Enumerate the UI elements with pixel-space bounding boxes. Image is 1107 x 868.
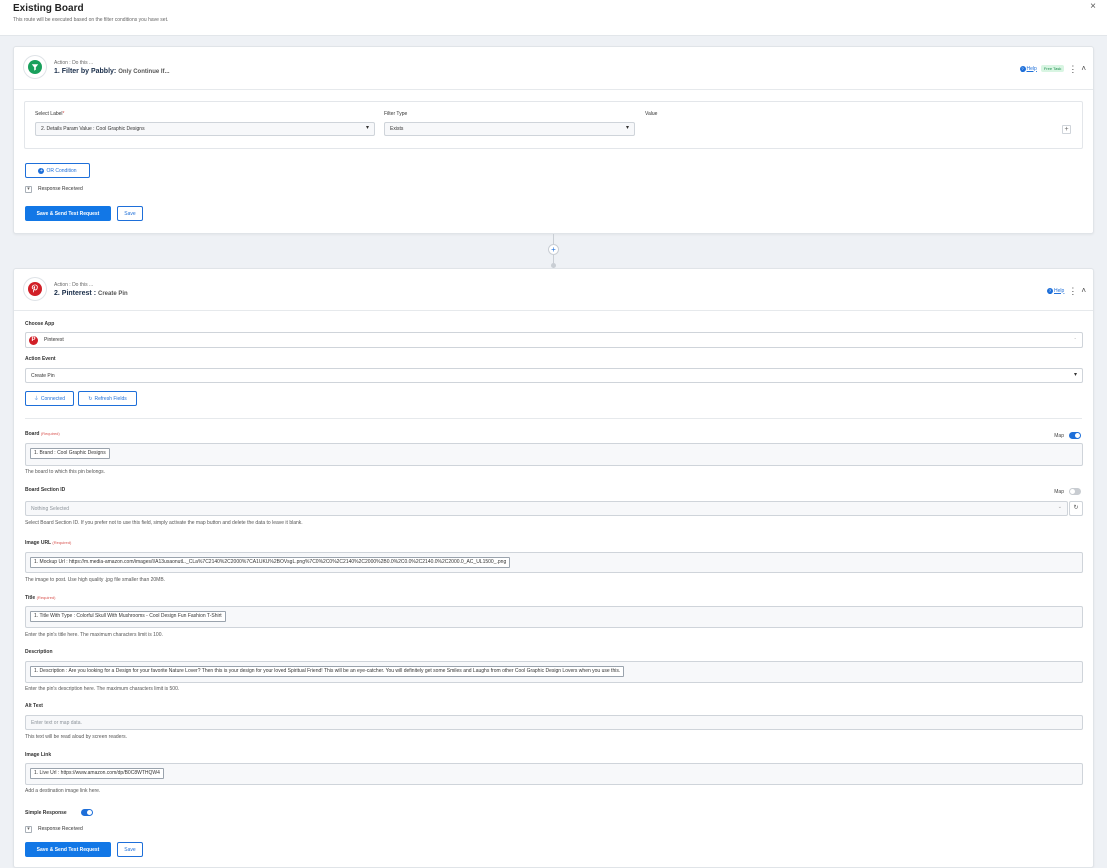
- free-task-badge: Free Task: [1040, 65, 1065, 72]
- divider: [14, 89, 1093, 90]
- divider: [25, 418, 1082, 419]
- caret-down-icon: ▾: [625, 125, 629, 131]
- save-send-test-button[interactable]: Save & Send Test Request: [25, 206, 111, 221]
- alt-text-placeholder: Enter text or map data.: [31, 720, 82, 726]
- image-url-help: The image to post. Use high quality .jpg…: [25, 577, 166, 583]
- add-condition-icon[interactable]: +: [1062, 125, 1071, 134]
- response-received-label: Response Received: [38, 186, 83, 192]
- mapped-chip[interactable]: 1. Title With Type : Colorful Skull With…: [30, 611, 226, 622]
- divider: [14, 310, 1093, 311]
- pinterest-icon: P: [29, 336, 38, 345]
- description-help: Enter the pin's description here. The ma…: [25, 686, 180, 692]
- step-title-suffix: Only Continue If...: [118, 69, 170, 75]
- help-icon: ?: [1047, 287, 1054, 294]
- help-link[interactable]: ? Help: [1019, 65, 1037, 72]
- simple-response-label: Simple Response: [25, 810, 67, 816]
- board-section-dropdown[interactable]: Nothing Selected ⌄: [25, 501, 1068, 516]
- caret-down-icon: ▾: [365, 125, 369, 131]
- caret-down-icon: ▾: [1073, 372, 1077, 378]
- page-title: Existing Board: [13, 3, 84, 14]
- alt-text-label: Alt Text: [25, 703, 43, 709]
- refresh-icon: ↻: [88, 395, 93, 402]
- filter-app-icon: [24, 56, 46, 78]
- refresh-icon[interactable]: ↻: [1069, 501, 1083, 516]
- response-received-checkbox[interactable]: ▾: [25, 826, 32, 833]
- more-options-icon[interactable]: ⋮: [1068, 64, 1077, 73]
- step-pre-label: Action : Do this ...: [54, 282, 94, 288]
- caret-down-icon: -: [1074, 336, 1076, 342]
- filter-type-label: Filter Type: [384, 111, 408, 117]
- filter-type-dropdown[interactable]: Exists ▾: [384, 122, 635, 136]
- title-label: Title (Required): [25, 595, 56, 601]
- image-url-field[interactable]: 1. Mockup Url : https://m.media-amazon.c…: [25, 552, 1083, 573]
- chevron-up-icon[interactable]: ˄: [1081, 64, 1086, 73]
- image-url-label: Image URL (Required): [25, 540, 72, 546]
- title-help: Enter the pin's title here. The maximum …: [25, 632, 163, 638]
- simple-response-toggle[interactable]: [81, 809, 93, 816]
- add-step-icon[interactable]: +: [548, 244, 559, 255]
- board-label: Board (Required): [25, 431, 60, 437]
- step-title: 1. Filter by Pabbly: Only Continue If...: [54, 68, 170, 75]
- response-received-checkbox[interactable]: ▾: [25, 186, 32, 193]
- response-received-label: Response Received: [38, 826, 83, 832]
- step-title-main: 2. Pinterest: [54, 290, 92, 297]
- image-link-field[interactable]: 1. Live Url : https://www.amazon.com/dp/…: [25, 763, 1083, 785]
- save-button[interactable]: Save: [117, 206, 143, 221]
- page-header: Existing Board This route will be execut…: [0, 0, 1107, 36]
- alt-text-help: This text will be read aloud by screen r…: [25, 734, 127, 740]
- refresh-fields-button[interactable]: ↻ Refresh Fields: [78, 391, 137, 406]
- map-label: Map: [1054, 489, 1064, 495]
- select-label-dropdown[interactable]: 2. Details Param Value : Cool Graphic De…: [35, 122, 375, 136]
- map-label: Map: [1054, 433, 1064, 439]
- close-icon[interactable]: ×: [1090, 1, 1096, 12]
- more-options-icon[interactable]: ⋮: [1068, 286, 1077, 295]
- step-pre-label: Action : Do this ...: [54, 60, 94, 66]
- description-field[interactable]: 1. Description : Are you looking for a D…: [25, 661, 1083, 683]
- step-title: 2. Pinterest : Create Pin: [54, 290, 128, 297]
- page-subtitle: This route will be executed based on the…: [13, 17, 169, 23]
- image-link-help: Add a destination image link here.: [25, 788, 101, 794]
- save-send-test-button[interactable]: Save & Send Test Request: [25, 842, 111, 857]
- step-header-actions: ? Help Free Task ⋮ ˄: [1019, 64, 1086, 73]
- select-label-label: Select Label*: [35, 111, 65, 117]
- step-title-main: 1. Filter by Pabbly: [54, 68, 114, 75]
- step-filter-card: Action : Do this ... 1. Filter by Pabbly…: [13, 46, 1094, 234]
- board-section-help: Select Board Section ID. If you prefer n…: [25, 520, 303, 526]
- board-section-label: Board Section ID: [25, 487, 66, 493]
- title-field[interactable]: 1. Title With Type : Colorful Skull With…: [25, 606, 1083, 628]
- caret-down-icon: ⌄: [1057, 504, 1062, 510]
- plus-circle-icon: +: [38, 167, 45, 174]
- mapped-chip[interactable]: 1. Mockup Url : https://m.media-amazon.c…: [30, 557, 511, 568]
- save-button[interactable]: Save: [117, 842, 143, 857]
- connected-button[interactable]: ⏚ Connected: [25, 391, 74, 406]
- alt-text-input[interactable]: Enter text or map data.: [25, 715, 1083, 730]
- help-link[interactable]: ? Help: [1047, 287, 1064, 294]
- map-toggle[interactable]: [1069, 488, 1081, 495]
- plug-icon: ⏚: [33, 396, 39, 402]
- step-title-suffix: Create Pin: [97, 291, 128, 297]
- chevron-up-icon[interactable]: ˄: [1081, 286, 1086, 295]
- description-label: Description: [25, 649, 53, 655]
- value-label: Value: [645, 111, 658, 117]
- map-toggle[interactable]: [1069, 432, 1081, 439]
- action-event-dropdown[interactable]: Create Pin ▾: [25, 368, 1083, 383]
- image-link-label: Image Link: [25, 752, 52, 758]
- or-condition-button[interactable]: + OR Condition: [25, 163, 90, 178]
- mapped-chip[interactable]: 1. Live Url : https://www.amazon.com/dp/…: [30, 768, 164, 779]
- funnel-icon: [31, 64, 39, 71]
- pinterest-app-icon: [24, 278, 46, 300]
- action-event-label: Action Event: [25, 356, 56, 362]
- choose-app-dropdown[interactable]: P Pinterest -: [25, 332, 1083, 348]
- help-icon: ?: [1019, 65, 1026, 72]
- mapped-chip[interactable]: 1. Brand : Cool Graphic Designs: [30, 448, 110, 459]
- board-field[interactable]: 1. Brand : Cool Graphic Designs: [25, 443, 1083, 466]
- step-header-actions: ? Help ⋮ ˄: [1047, 286, 1086, 295]
- filter-condition-box: Select Label* 2. Details Param Value : C…: [24, 101, 1083, 149]
- mapped-chip[interactable]: 1. Description : Are you looking for a D…: [30, 666, 625, 677]
- choose-app-label: Choose App: [25, 321, 55, 327]
- pinterest-icon: [31, 284, 38, 293]
- step-pinterest-card: Action : Do this ... 2. Pinterest : Crea…: [13, 268, 1094, 868]
- board-help: The board to which this pin belongs.: [25, 469, 106, 475]
